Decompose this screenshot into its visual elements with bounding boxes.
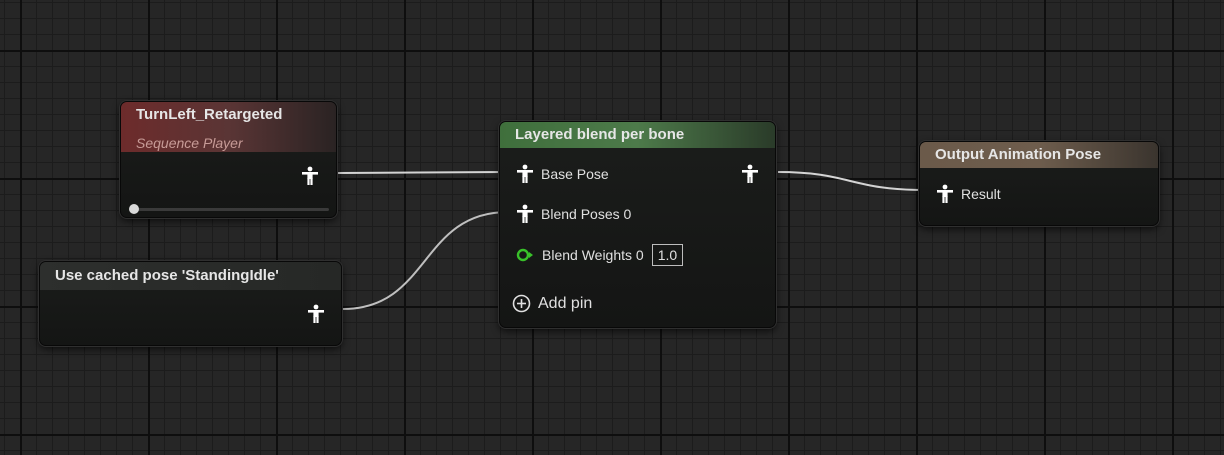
pose-figure-icon: [742, 164, 758, 183]
graph-canvas[interactable]: TurnLeft_Retargeted Sequence Player Use …: [0, 0, 1224, 455]
base-pose-label: Base Pose: [541, 166, 609, 182]
output-pose-node[interactable]: Output Animation Pose Result: [919, 141, 1159, 226]
float-pin-icon: [516, 248, 533, 262]
node-header: Layered blend per bone: [500, 122, 775, 148]
blend-weights-input[interactable]: 1.0: [651, 244, 684, 266]
wire-cached-to-blend-poses[interactable]: [342, 211, 509, 310]
add-pin-button[interactable]: Add pin: [512, 294, 592, 313]
node-title: Use cached pose 'StandingIdle': [55, 267, 279, 284]
add-pin-label: Add pin: [538, 294, 593, 312]
output-pose-pin[interactable]: [307, 304, 325, 324]
node-subtitle: Sequence Player: [136, 135, 243, 151]
base-pose-pin[interactable]: Base Pose: [516, 164, 609, 184]
result-pin[interactable]: Result: [936, 184, 1001, 204]
playback-scrub-handle[interactable]: [129, 204, 139, 214]
blend-poses-label: Blend Poses 0: [541, 206, 632, 222]
wire-sequence-to-base-pose[interactable]: [337, 171, 509, 174]
blend-poses-pin[interactable]: Blend Poses 0: [516, 204, 631, 224]
plus-circle-icon: [512, 294, 531, 313]
node-header: Use cached pose 'StandingIdle': [40, 262, 341, 290]
sequence-player-node[interactable]: TurnLeft_Retargeted Sequence Player: [120, 101, 337, 218]
layered-blend-node[interactable]: Layered blend per bone Base Pose Blend P…: [499, 121, 776, 328]
wire-blend-to-result[interactable]: [777, 171, 926, 191]
node-title: Layered blend per bone: [515, 126, 685, 143]
pose-figure-icon: [937, 184, 953, 203]
node-header: Output Animation Pose: [920, 142, 1158, 168]
output-pose-pin[interactable]: [741, 164, 759, 184]
pose-figure-icon: [517, 164, 533, 183]
playback-progress-bar[interactable]: [129, 204, 329, 214]
blend-weights-pin[interactable]: Blend Weights 0 1.0: [516, 244, 684, 266]
node-title: TurnLeft_Retargeted: [136, 106, 283, 123]
output-pose-pin[interactable]: [301, 166, 319, 186]
cached-pose-node[interactable]: Use cached pose 'StandingIdle': [39, 261, 342, 346]
pose-figure-icon: [302, 166, 318, 185]
pose-figure-icon: [308, 304, 324, 323]
node-title: Output Animation Pose: [935, 146, 1102, 163]
pose-figure-icon: [517, 204, 533, 223]
node-header: TurnLeft_Retargeted Sequence Player: [121, 102, 336, 152]
blend-weights-label: Blend Weights 0: [542, 247, 644, 263]
result-label: Result: [961, 186, 1001, 202]
